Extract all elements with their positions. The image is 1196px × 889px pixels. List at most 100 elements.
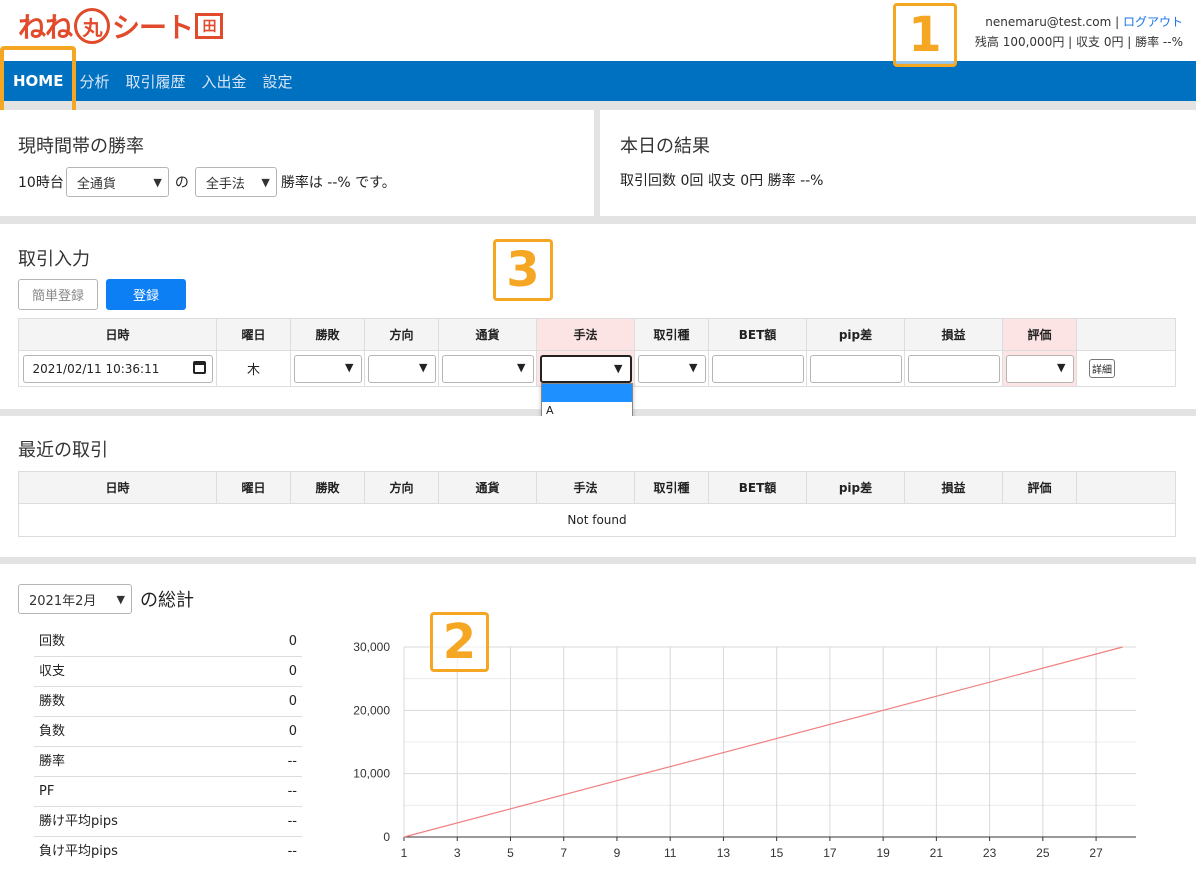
entry-title: 取引入力 [18, 249, 90, 270]
col-trade-type: 取引種 [634, 318, 709, 351]
col-pip: pip差 [806, 318, 905, 351]
callout-3: 3 [493, 239, 553, 301]
logo-box: 田 [195, 13, 224, 39]
col-datetime: 日時 [18, 471, 217, 504]
simple-register-button[interactable]: 簡単登録 [18, 279, 98, 310]
datetime-input[interactable]: 2021/02/11 10:36:11 [22, 354, 213, 383]
x-tick-label: 3 [454, 846, 461, 860]
nav-analysis[interactable]: 分析 [79, 71, 109, 92]
weekday-cell: 木 [216, 350, 291, 387]
chevron-down-icon: ▼ [419, 360, 428, 374]
stat-value: 0 [288, 664, 297, 679]
stat-row: 勝け平均pips -- [34, 807, 302, 837]
detail-button[interactable]: 詳細 [1089, 359, 1115, 378]
winrate-result: 勝率は --% です。 [280, 175, 396, 191]
logo-main: ねね [18, 11, 73, 44]
x-tick-label: 9 [614, 846, 621, 860]
stat-value: 0 [288, 724, 297, 739]
direction-select[interactable]: ▼ [367, 354, 436, 383]
empty-state: Not found [18, 503, 1176, 537]
chevron-down-icon: ▼ [116, 592, 125, 606]
stat-value: 0 [288, 634, 297, 649]
stats-list: 回数 0 収支 0 勝数 0 負数 0 勝率 -- PF -- 勝け平均pips -- 負け平… [34, 627, 302, 867]
col-bet: BET額 [708, 471, 807, 504]
today-panel: 本日の結果 取引回数 0回 収支 0円 勝率 --% [600, 110, 1196, 216]
callout-1: 1 [893, 3, 957, 67]
col-pip: pip差 [806, 471, 905, 504]
stat-value: -- [287, 784, 297, 799]
summary-title: の総計 [140, 590, 194, 611]
entry-input-row: 2021/02/11 10:36:11 木 ▼ ▼ ▼ ▼ ▼ ▼ 詳細 [18, 350, 1176, 387]
logout-link[interactable]: ログアウト [1123, 15, 1183, 29]
stat-value: 0 [288, 694, 297, 709]
currency-select[interactable]: 全通貨 ▼ [65, 167, 169, 197]
col-direction: 方向 [364, 318, 439, 351]
col-pnl: 損益 [904, 318, 1003, 351]
today-title: 本日の結果 [620, 136, 710, 157]
col-actions [1076, 471, 1176, 504]
user-info: nenemaru@test.com | ログアウト 残高 100,000円 | … [975, 12, 1183, 52]
chevron-down-icon: ▼ [517, 360, 526, 374]
nav-deposit[interactable]: 入出金 [202, 71, 247, 92]
main-nav: HOME 分析 取引履歴 入出金 設定 [0, 61, 1196, 101]
trade-type-select[interactable]: ▼ [637, 354, 706, 383]
callout-2: 2 [430, 612, 489, 672]
col-datetime: 日時 [18, 318, 217, 351]
hour-label: 10時台 [18, 175, 64, 191]
stat-row: 収支 0 [34, 657, 302, 687]
col-currency: 通貨 [438, 471, 537, 504]
stat-label: 負数 [39, 724, 66, 739]
winrate-title: 現時間帯の勝率 [18, 136, 144, 157]
result-select[interactable]: ▼ [293, 354, 362, 383]
col-bet: BET額 [708, 318, 807, 351]
calendar-icon[interactable] [192, 360, 206, 374]
logo-suffix: シート [112, 11, 194, 44]
chevron-down-icon: ▼ [1057, 360, 1066, 374]
x-tick-label: 1 [401, 846, 408, 860]
register-button[interactable]: 登録 [106, 279, 186, 310]
user-email: nenemaru@test.com [985, 15, 1112, 29]
method-input-select[interactable]: ▼ [539, 354, 632, 383]
col-direction: 方向 [364, 471, 439, 504]
month-select[interactable]: 2021年2月 ▼ [18, 584, 132, 614]
stat-value: -- [287, 754, 297, 769]
x-tick-label: 15 [770, 846, 784, 860]
bet-input[interactable] [711, 354, 804, 383]
entry-table: 日時 曜日 勝敗 方向 通貨 手法 取引種 BET額 pip差 損益 評価 20… [18, 318, 1176, 387]
rating-select[interactable]: ▼ [1005, 354, 1074, 383]
stat-label: 回数 [39, 634, 66, 649]
y-tick-label: 10,000 [353, 767, 390, 781]
chevron-down-icon: ▼ [614, 361, 623, 375]
col-rating: 評価 [1002, 318, 1077, 351]
stat-row: 勝率 -- [34, 747, 302, 777]
stat-label: PF [39, 784, 55, 799]
stat-value: -- [287, 814, 297, 829]
x-tick-label: 11 [664, 846, 677, 860]
col-result: 勝敗 [290, 318, 365, 351]
winrate-panel: 現時間帯の勝率 10時台 全通貨 ▼ の 全手法 ▼ 勝率は --% です。 [0, 110, 594, 216]
col-pnl: 損益 [904, 471, 1003, 504]
y-tick-label: 0 [383, 830, 390, 844]
pip-input[interactable] [809, 354, 902, 383]
stat-row: 負数 0 [34, 717, 302, 747]
stat-label: 負け平均pips [39, 844, 118, 859]
col-weekday: 曜日 [216, 318, 291, 351]
col-actions [1076, 318, 1176, 351]
currency-value: 全通貨 [76, 176, 116, 192]
pnl-input[interactable] [907, 354, 1000, 383]
app-header: ねね 丸 シート 田 nenemaru@test.com | ログアウト 残高 … [0, 0, 1196, 61]
currency-input-select[interactable]: ▼ [441, 354, 534, 383]
x-tick-label: 19 [876, 846, 890, 860]
nav-history[interactable]: 取引履歴 [126, 71, 186, 92]
stat-label: 勝数 [39, 694, 66, 709]
stat-row: 回数 0 [34, 627, 302, 657]
chevron-down-icon: ▼ [689, 360, 698, 374]
logo[interactable]: ねね 丸 シート 田 [18, 8, 224, 44]
nav-settings[interactable]: 設定 [263, 71, 293, 92]
recent-table: 日時 曜日 勝敗 方向 通貨 手法 取引種 BET額 pip差 損益 評価 No… [18, 471, 1176, 537]
dropdown-option-blank[interactable] [542, 384, 632, 402]
col-trade-type: 取引種 [634, 471, 709, 504]
x-tick-label: 25 [1036, 846, 1050, 860]
chevron-down-icon: ▼ [261, 175, 270, 189]
method-select[interactable]: 全手法 ▼ [194, 167, 277, 197]
